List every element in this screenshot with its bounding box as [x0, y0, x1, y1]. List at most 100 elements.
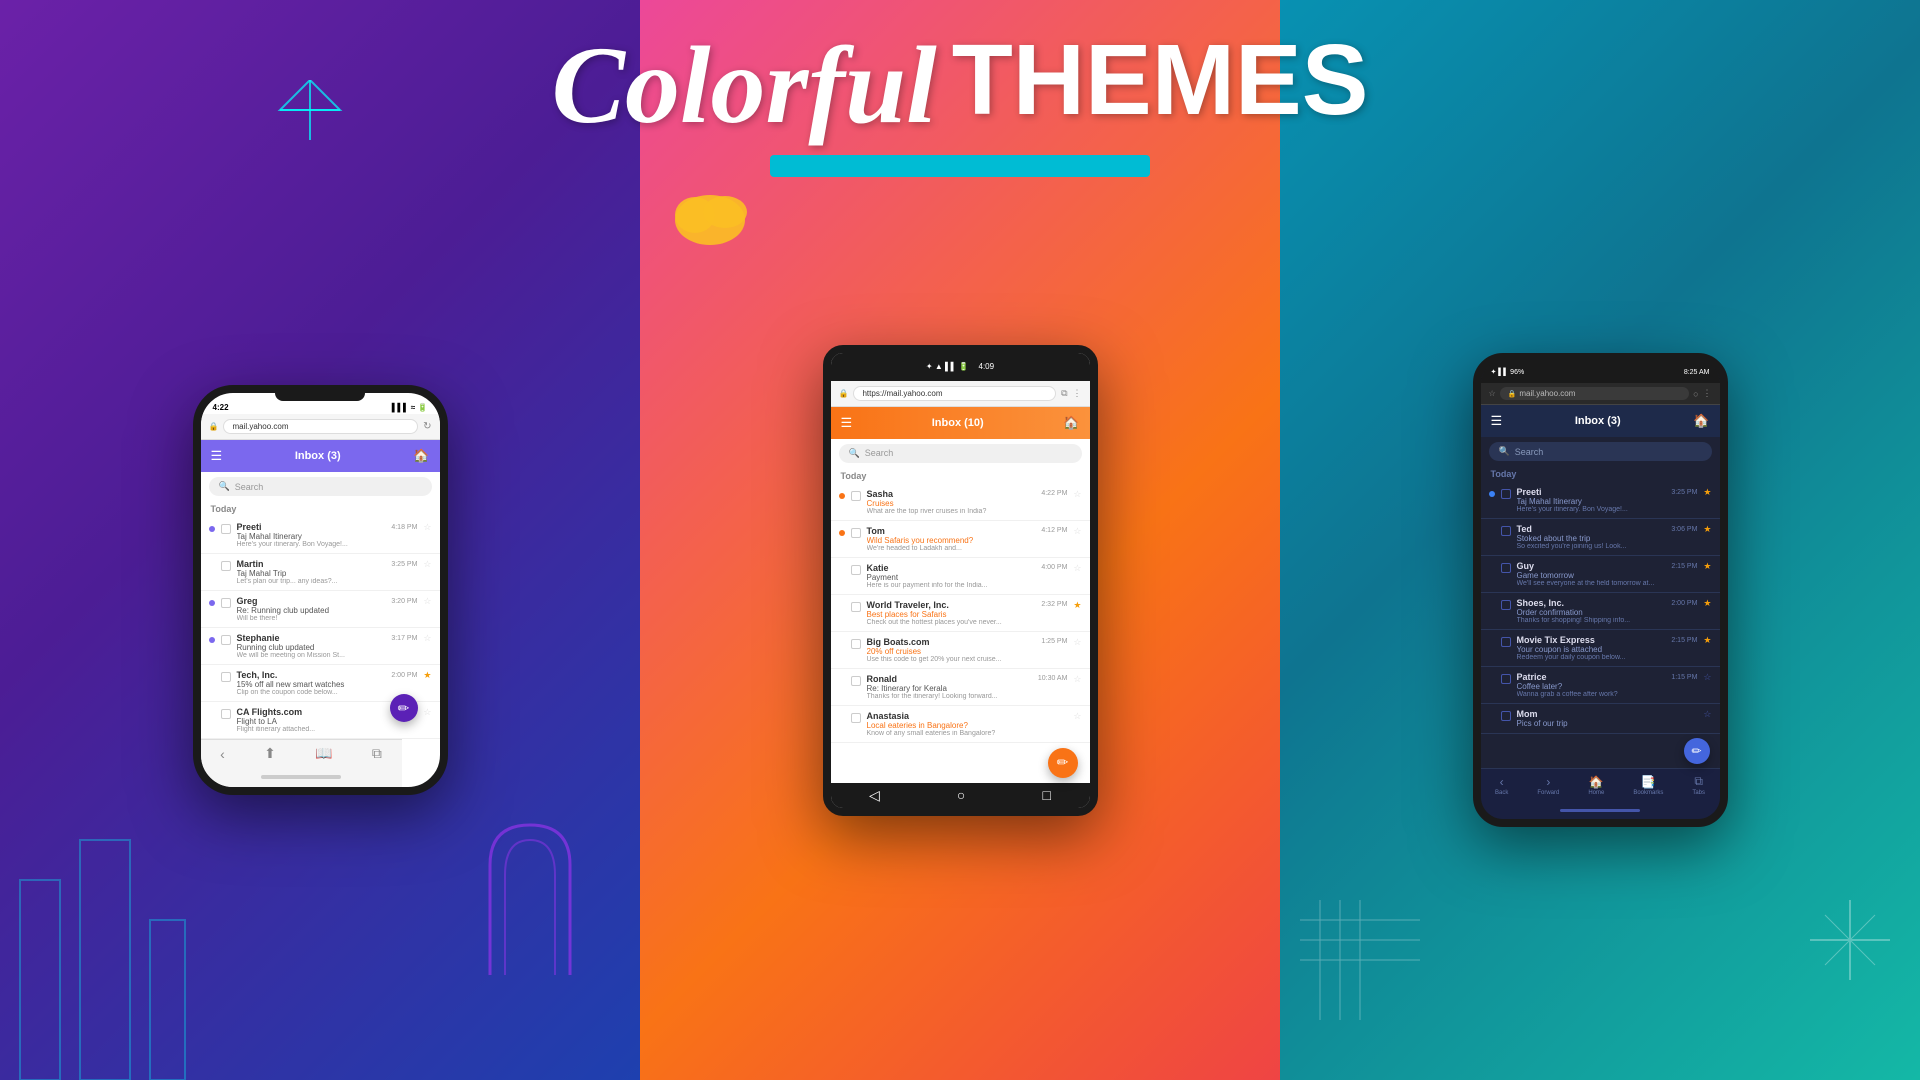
star-stephanie[interactable]: ☆ [423, 633, 431, 644]
nav-home-right[interactable]: 🏠 Home [1588, 775, 1604, 796]
checkbox-preeti-r[interactable] [1501, 489, 1511, 499]
checkbox-stephanie[interactable] [221, 635, 231, 645]
checkbox-ronald[interactable] [851, 676, 861, 686]
checkbox-tech[interactable] [221, 672, 231, 682]
email-item-worldtraveler[interactable]: World Traveler, Inc. 2:32 PM Best places… [831, 595, 1090, 632]
star-tom[interactable]: ☆ [1073, 526, 1081, 537]
email-item-greg[interactable]: Greg 3:20 PM Re: Running club updated Wi… [201, 591, 440, 628]
star-preeti[interactable]: ☆ [423, 522, 431, 533]
more-right[interactable]: ⋮ [1703, 388, 1712, 399]
panel-right: ✦ ▌▌ 96% 8:25 AM ☆ 🔒 mail.yahoo.com ○ ⋮ … [1280, 0, 1920, 1080]
nav-share-left[interactable]: ⬆ [264, 745, 276, 762]
checkbox-ted[interactable] [1501, 526, 1511, 536]
hamburger-icon-left[interactable]: ☰ [211, 448, 223, 464]
star-patrice[interactable]: ☆ [1703, 672, 1711, 683]
checkbox-mom[interactable] [1501, 711, 1511, 721]
checkbox-worldtraveler[interactable] [851, 602, 861, 612]
home-icon-center[interactable]: 🏠 [1063, 415, 1079, 431]
checkbox-preeti[interactable] [221, 524, 231, 534]
checkbox-katie[interactable] [851, 565, 861, 575]
email-item-shoes[interactable]: Shoes, Inc. 2:00 PM Order confirmation T… [1481, 593, 1720, 630]
star-martin[interactable]: ☆ [423, 559, 431, 570]
email-item-anastasia[interactable]: Anastasia Local eateries in Bangalore? K… [831, 706, 1090, 743]
star-tech[interactable]: ★ [423, 670, 431, 681]
more-icon-center[interactable]: ⋮ [1073, 388, 1082, 399]
checkbox-sasha[interactable] [851, 491, 861, 501]
compose-fab-right[interactable]: ✏ [1684, 738, 1710, 764]
checkbox-guy[interactable] [1501, 563, 1511, 573]
email-preview-movietix: Redeem your daily coupon below... [1517, 654, 1698, 661]
nav-tabs-left[interactable]: ⧉ [372, 745, 382, 762]
star-ronald[interactable]: ☆ [1073, 674, 1081, 685]
checkbox-greg[interactable] [221, 598, 231, 608]
star-greg[interactable]: ☆ [423, 596, 431, 607]
home-indicator-left [201, 767, 402, 787]
email-item-sasha[interactable]: Sasha 4:22 PM Cruises What are the top r… [831, 484, 1090, 521]
home-icon-left[interactable]: 🏠 [413, 448, 429, 464]
search-bar-right[interactable]: 🔍 Search [1489, 442, 1712, 461]
checkbox-bigboats[interactable] [851, 639, 861, 649]
android-recent-btn[interactable]: □ [1042, 787, 1050, 803]
refresh-icon-left[interactable]: ↻ [423, 421, 431, 432]
star-worldtraveler[interactable]: ★ [1073, 600, 1081, 611]
star-ted[interactable]: ★ [1703, 524, 1711, 535]
star-mom[interactable]: ☆ [1703, 709, 1711, 720]
email-item-guy[interactable]: Guy 2:15 PM Game tomorrow We'll see ever… [1481, 556, 1720, 593]
email-subject-patrice: Coffee later? [1517, 682, 1698, 691]
email-item-patrice[interactable]: Patrice 1:15 PM Coffee later? Wanna grab… [1481, 667, 1720, 704]
email-from-katie: Katie [867, 563, 889, 573]
url-bar-center[interactable]: https://mail.yahoo.com [853, 386, 1056, 401]
android-back-btn[interactable]: ◁ [869, 787, 880, 804]
checkbox-martin[interactable] [221, 561, 231, 571]
tabs-icon-center[interactable]: ⧉ [1061, 388, 1067, 399]
nav-back-left[interactable]: ‹ [220, 746, 225, 762]
checkbox-anastasia[interactable] [851, 713, 861, 723]
hamburger-icon-right[interactable]: ☰ [1491, 413, 1503, 429]
star-shoes[interactable]: ★ [1703, 598, 1711, 609]
email-subject-mom: Pics of our trip [1517, 719, 1698, 728]
hamburger-icon-center[interactable]: ☰ [841, 415, 853, 431]
email-item-movietix[interactable]: Movie Tix Express 2:15 PM Your coupon is… [1481, 630, 1720, 667]
nav-bookmarks-left[interactable]: 📖 [315, 745, 332, 762]
refresh-right[interactable]: ○ [1693, 389, 1698, 399]
home-label-right: Home [1588, 790, 1604, 796]
email-item-bigboats[interactable]: Big Boats.com 1:25 PM 20% off cruises Us… [831, 632, 1090, 669]
star-movietix[interactable]: ★ [1703, 635, 1711, 646]
email-preview-anastasia: Know of any small eateries in Bangalore? [867, 730, 1068, 737]
star-anastasia[interactable]: ☆ [1073, 711, 1081, 722]
star-katie[interactable]: ☆ [1073, 563, 1081, 574]
url-bar-left[interactable]: mail.yahoo.com [223, 419, 418, 434]
email-item-katie[interactable]: Katie 4:00 PM Payment Here is our paymen… [831, 558, 1090, 595]
star-bigboats[interactable]: ☆ [1073, 637, 1081, 648]
checkbox-tom[interactable] [851, 528, 861, 538]
star-guy[interactable]: ★ [1703, 561, 1711, 572]
compose-fab-center[interactable]: ✏ [1048, 748, 1078, 778]
url-bar-right[interactable]: 🔒 mail.yahoo.com [1500, 387, 1689, 400]
nav-forward-right[interactable]: › Forward [1537, 775, 1559, 796]
star-flights[interactable]: ☆ [423, 707, 431, 718]
star-sasha[interactable]: ☆ [1073, 489, 1081, 500]
checkbox-patrice[interactable] [1501, 674, 1511, 684]
star-preeti-r[interactable]: ★ [1703, 487, 1711, 498]
android-home-btn[interactable]: ○ [957, 787, 965, 803]
checkbox-movietix[interactable] [1501, 637, 1511, 647]
email-item-preeti-right[interactable]: Preeti 3:25 PM Taj Mahal Itinerary Here'… [1481, 482, 1720, 519]
email-item-preeti-left[interactable]: Preeti 4:18 PM Taj Mahal Itinerary Here'… [201, 517, 440, 554]
nav-tabs-right[interactable]: ⧉ Tabs [1692, 774, 1705, 796]
nav-bookmarks-right[interactable]: 📑 Bookmarks [1633, 775, 1663, 796]
email-content-ted: Ted 3:06 PM Stoked about the trip So exc… [1517, 524, 1698, 550]
compose-fab-left[interactable]: ✏ [390, 694, 418, 722]
email-item-ted[interactable]: Ted 3:06 PM Stoked about the trip So exc… [1481, 519, 1720, 556]
email-item-mom[interactable]: Mom Pics of our trip ☆ [1481, 704, 1720, 734]
home-icon-right[interactable]: 🏠 [1693, 413, 1709, 429]
checkbox-shoes[interactable] [1501, 600, 1511, 610]
email-item-ronald[interactable]: Ronald 10:30 AM Re: Itinerary for Kerala… [831, 669, 1090, 706]
checkbox-flights[interactable] [221, 709, 231, 719]
nav-back-right[interactable]: ‹ Back [1495, 775, 1508, 796]
search-bar-center[interactable]: 🔍 Search [839, 444, 1082, 463]
search-bar-left[interactable]: 🔍 Search [209, 477, 432, 496]
email-item-stephanie[interactable]: Stephanie 3:17 PM Running club updated W… [201, 628, 440, 665]
email-item-tom[interactable]: Tom 4:12 PM Wild Safaris you recommend? … [831, 521, 1090, 558]
email-content-shoes: Shoes, Inc. 2:00 PM Order confirmation T… [1517, 598, 1698, 624]
email-item-martin[interactable]: Martin 3:25 PM Taj Mahal Trip Let's plan… [201, 554, 440, 591]
